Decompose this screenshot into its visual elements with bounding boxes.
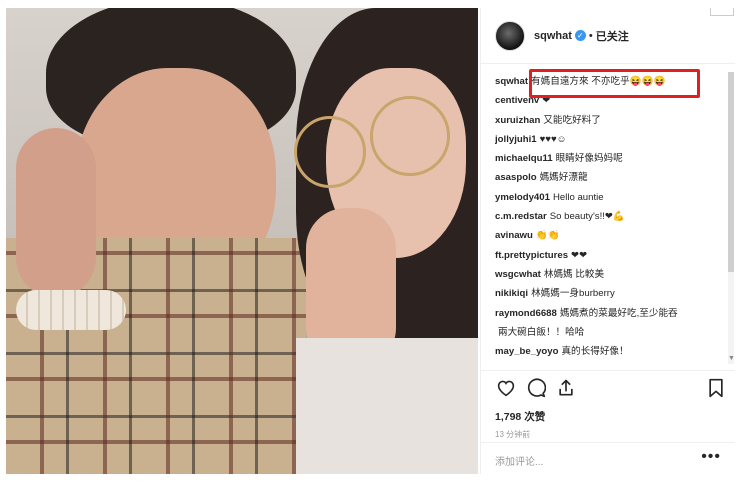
comment-text: 媽媽好漂龍 bbox=[539, 172, 588, 184]
comment-text: So beauty's!!❤💪 bbox=[549, 211, 625, 223]
scroll-down-arrow-icon[interactable]: ▼ bbox=[728, 354, 735, 364]
header-separator: • bbox=[588, 29, 593, 42]
comment-username[interactable]: raymond6688 bbox=[495, 308, 557, 319]
comment-row: c.m.redstar So beauty's!!❤💪 bbox=[495, 207, 727, 226]
more-icon[interactable]: ••• bbox=[701, 448, 721, 466]
add-comment-input[interactable]: 添加评论... bbox=[495, 453, 543, 468]
comment-username[interactable]: nikikiqi bbox=[495, 288, 528, 299]
highlight-box bbox=[529, 69, 700, 98]
comment-row: asaspolo 媽媽好漂龍 bbox=[495, 168, 727, 187]
comment-username[interactable]: ft.prettypictures bbox=[495, 250, 568, 261]
like-count[interactable]: 1,798 次赞 bbox=[495, 409, 545, 424]
photo-glasses-left-lens bbox=[294, 116, 366, 188]
comment-row: ymelody401 Hello auntie bbox=[495, 188, 727, 207]
comment-row: xuruizhan 又能吃好料了 bbox=[495, 111, 727, 130]
comment-row: joannelooneaplike mother like daughter bbox=[495, 361, 727, 364]
comment-text: 👏👏 bbox=[535, 230, 560, 242]
comment-text: 真的长得好像！ bbox=[561, 346, 629, 358]
comment-text: 媽媽煮的菜最好吃,至少能吞 bbox=[559, 307, 678, 319]
comment-row: wsgcwhat 林媽媽 比較美 bbox=[495, 265, 727, 284]
photo-shirt-right bbox=[296, 338, 478, 474]
action-icons bbox=[495, 375, 727, 403]
comment-username[interactable]: ymelody401 bbox=[495, 192, 550, 203]
comment-row: nikikiqi 林媽媽一身burberry bbox=[495, 284, 727, 303]
comment-text: 林媽媽 比較美 bbox=[543, 268, 605, 280]
post-photo[interactable] bbox=[6, 8, 478, 474]
comment-list[interactable]: sqwhat 有媽自遠方來 不亦吃乎😝😝😝 centivenv ❤ xuruizhan 又… bbox=[495, 72, 727, 364]
comment-username[interactable]: wsgcwhat bbox=[495, 269, 541, 280]
comment-username[interactable]: avinawu bbox=[495, 230, 533, 241]
comment-username[interactable]: xuruizhan bbox=[495, 115, 540, 126]
username-link[interactable]: sqwhat bbox=[534, 30, 572, 42]
comment-icon[interactable] bbox=[525, 377, 547, 399]
comment-username[interactable]: asaspolo bbox=[495, 172, 537, 183]
verified-icon: ✓ bbox=[574, 30, 586, 41]
timestamp[interactable]: 13 分钟前 bbox=[495, 429, 530, 440]
comment-row: michaelqu11 眼睛好像妈妈呢 bbox=[495, 149, 727, 168]
comment-text: ❤❤ bbox=[571, 249, 588, 261]
comment-row: ft.prettypictures ❤❤ bbox=[495, 246, 727, 265]
post-header: sqwhat ✓ • 已关注 bbox=[481, 8, 735, 64]
comment-username[interactable]: may_be_yoyo bbox=[495, 346, 558, 357]
photo-hand-left bbox=[16, 128, 96, 298]
add-comment-bar: 添加评论... ••• bbox=[481, 442, 735, 474]
comment-text: Hello auntie bbox=[552, 191, 604, 203]
comment-row: avinawu 👏👏 bbox=[495, 226, 727, 245]
comment-text: 又能吃好料了 bbox=[543, 114, 601, 126]
comment-text: 林媽媽一身burberry bbox=[531, 288, 615, 300]
follow-button[interactable]: 已关注 bbox=[596, 28, 629, 44]
avatar[interactable] bbox=[495, 20, 525, 51]
comment-username[interactable]: jollyjuhi1 bbox=[495, 134, 537, 145]
comment-username[interactable]: sqwhat bbox=[495, 76, 528, 87]
comment-row: jollyjuhi1 ♥♥♥☺ bbox=[495, 130, 727, 149]
heart-icon[interactable] bbox=[495, 377, 517, 399]
comment-text: 兩大碗白飯！！哈哈 bbox=[498, 326, 585, 338]
comment-row: may_be_yoyo 真的长得好像！ bbox=[495, 342, 727, 361]
scrollbar-thumb[interactable] bbox=[728, 72, 734, 272]
photo-bracelet bbox=[16, 290, 126, 330]
photo-glasses-right-lens bbox=[370, 96, 450, 176]
bookmark-icon[interactable] bbox=[705, 377, 727, 399]
comment-scrollbar[interactable]: ▼ bbox=[728, 72, 735, 364]
share-icon[interactable] bbox=[555, 377, 577, 399]
comment-row: 兩大碗白飯！！哈哈 bbox=[495, 323, 727, 342]
comment-username[interactable]: c.m.redstar bbox=[495, 211, 547, 222]
comment-username[interactable]: michaelqu11 bbox=[495, 153, 553, 164]
comment-text: 眼睛好像妈妈呢 bbox=[555, 153, 623, 165]
comment-text: ♥♥♥☺ bbox=[539, 133, 567, 145]
comment-row: raymond6688 媽媽煮的菜最好吃,至少能吞 bbox=[495, 304, 727, 323]
